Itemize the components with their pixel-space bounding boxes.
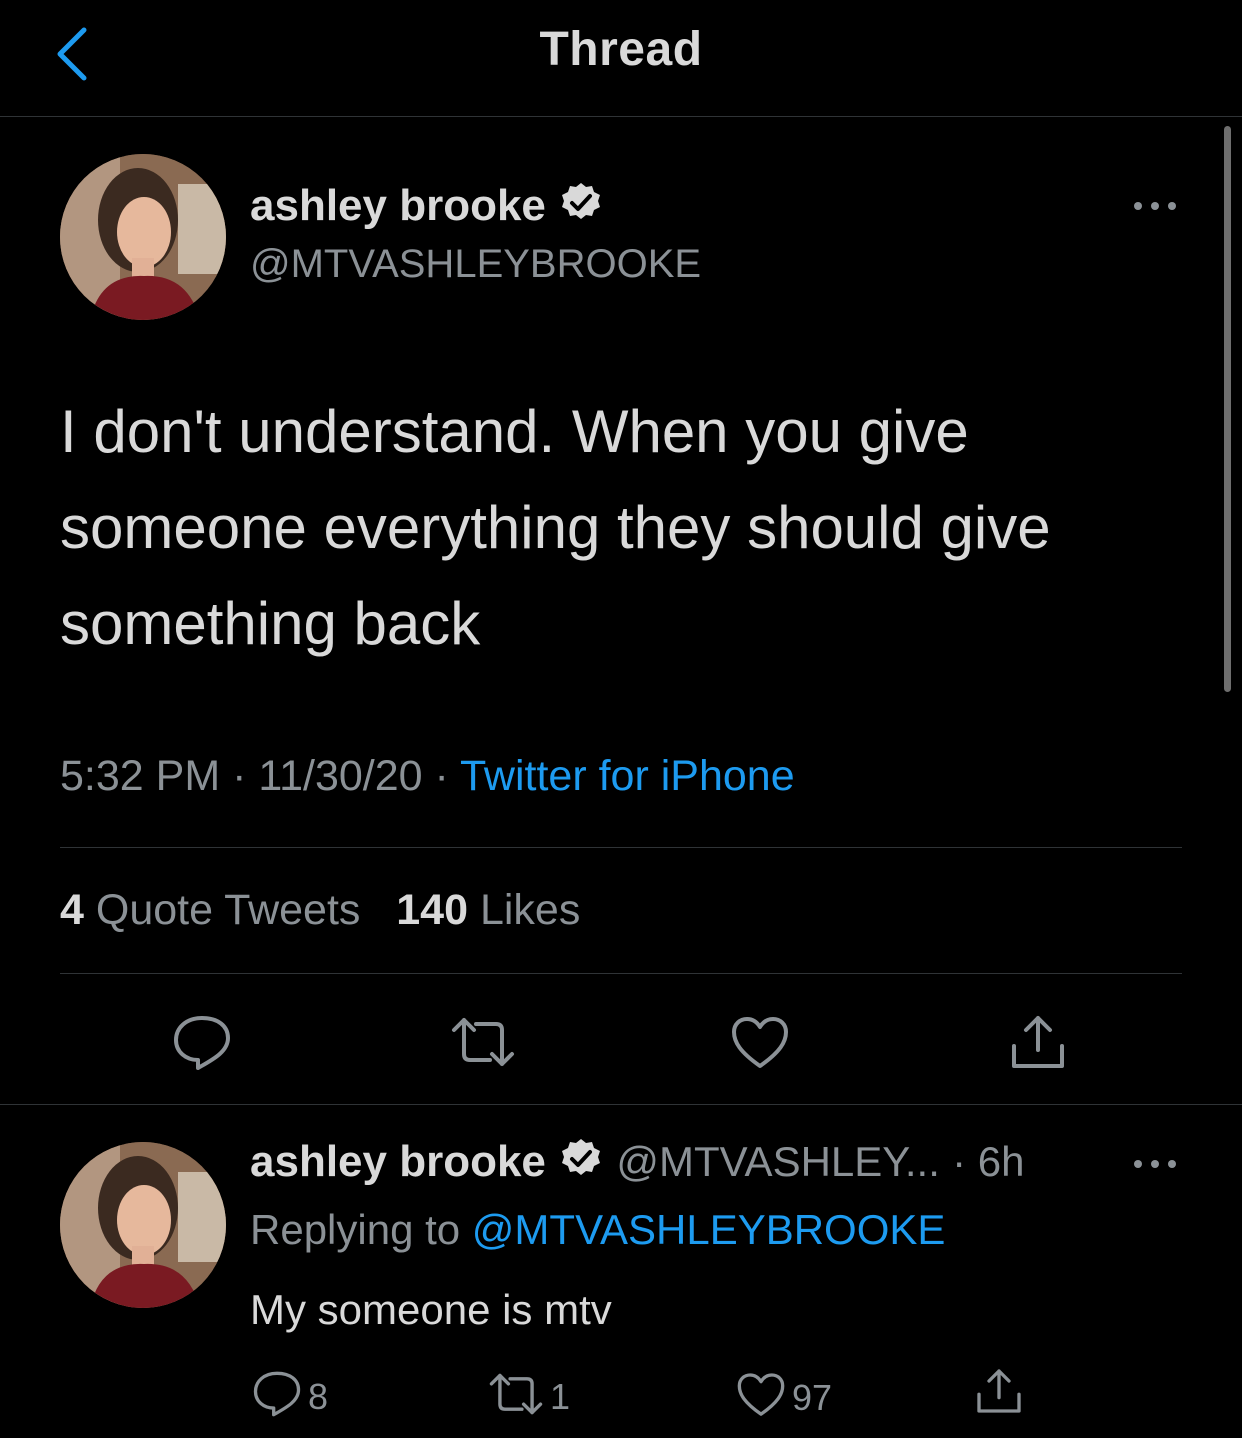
quote-tweets-link[interactable]: 4 Quote Tweets <box>60 886 360 934</box>
retweet-icon[interactable] <box>450 1016 516 1073</box>
tweet-time: 5:32 PM <box>60 752 221 800</box>
tweet-source-link[interactable]: Twitter for iPhone <box>460 752 795 800</box>
reply-icon[interactable] <box>172 1014 232 1077</box>
divider <box>60 847 1182 848</box>
reply-reply-button[interactable]: 8 <box>252 1370 328 1423</box>
reply-count: 8 <box>308 1375 329 1417</box>
reply-retweet-button[interactable]: 1 <box>488 1372 570 1421</box>
reply-like-button[interactable]: 97 <box>736 1372 832 1423</box>
tweet-text: I don't understand. When you give someon… <box>60 398 1051 657</box>
verified-badge-icon <box>558 1136 604 1193</box>
reply-more-options-icon[interactable] <box>1130 1154 1180 1179</box>
tweet-date: 11/30/20 <box>258 752 423 800</box>
avatar[interactable] <box>60 154 226 320</box>
more-options-icon[interactable] <box>1130 196 1180 221</box>
divider <box>0 1104 1242 1105</box>
reply-author-handle[interactable]: @MTVASHLEY... <box>616 1138 940 1185</box>
author-name[interactable]: ashley brooke <box>250 180 604 237</box>
meta-separator: · <box>232 752 247 800</box>
share-icon[interactable] <box>1008 1012 1068 1077</box>
reply-icon <box>252 1370 302 1423</box>
like-heart-icon <box>736 1372 786 1423</box>
likes-link[interactable]: 140 Likes <box>396 886 580 934</box>
quote-count: 4 <box>60 886 84 934</box>
divider <box>60 973 1182 974</box>
meta-separator: · <box>434 752 449 800</box>
author-name-text[interactable]: ashley brooke <box>250 181 546 230</box>
replying-to: Replying to @MTVASHLEYBROOKE <box>250 1206 945 1254</box>
reply-text: My someone is mtv <box>250 1286 612 1333</box>
replying-to-label: Replying to <box>250 1206 461 1253</box>
scrollbar[interactable] <box>1224 126 1231 692</box>
tweet-stats: 4 Quote Tweets 140 Likes <box>60 886 580 935</box>
verified-badge-icon <box>558 180 604 237</box>
author-handle[interactable]: @MTVASHLEYBROOKE <box>250 242 701 287</box>
reply-author-name[interactable]: ashley brooke <box>250 1137 546 1186</box>
reply-header: ashley brooke @MTVASHLEY... · 6h <box>250 1136 1025 1193</box>
retweet-icon <box>488 1372 544 1421</box>
reply-avatar[interactable] <box>60 1142 226 1308</box>
like-count: 97 <box>792 1376 833 1418</box>
tweet-meta: 5:32 PM · 11/30/20 · Twitter for iPhone <box>60 752 795 801</box>
replying-to-mention[interactable]: @MTVASHLEYBROOKE <box>472 1206 946 1253</box>
retweet-count: 1 <box>550 1375 571 1417</box>
likes-label: Likes <box>479 886 581 934</box>
like-heart-icon[interactable] <box>730 1016 790 1075</box>
reply-share-icon[interactable] <box>974 1366 1024 1421</box>
page-title: Thread <box>539 23 703 76</box>
like-count: 140 <box>396 886 468 934</box>
reply-age: · 6h <box>952 1138 1025 1186</box>
quote-label: Quote Tweets <box>95 886 361 934</box>
